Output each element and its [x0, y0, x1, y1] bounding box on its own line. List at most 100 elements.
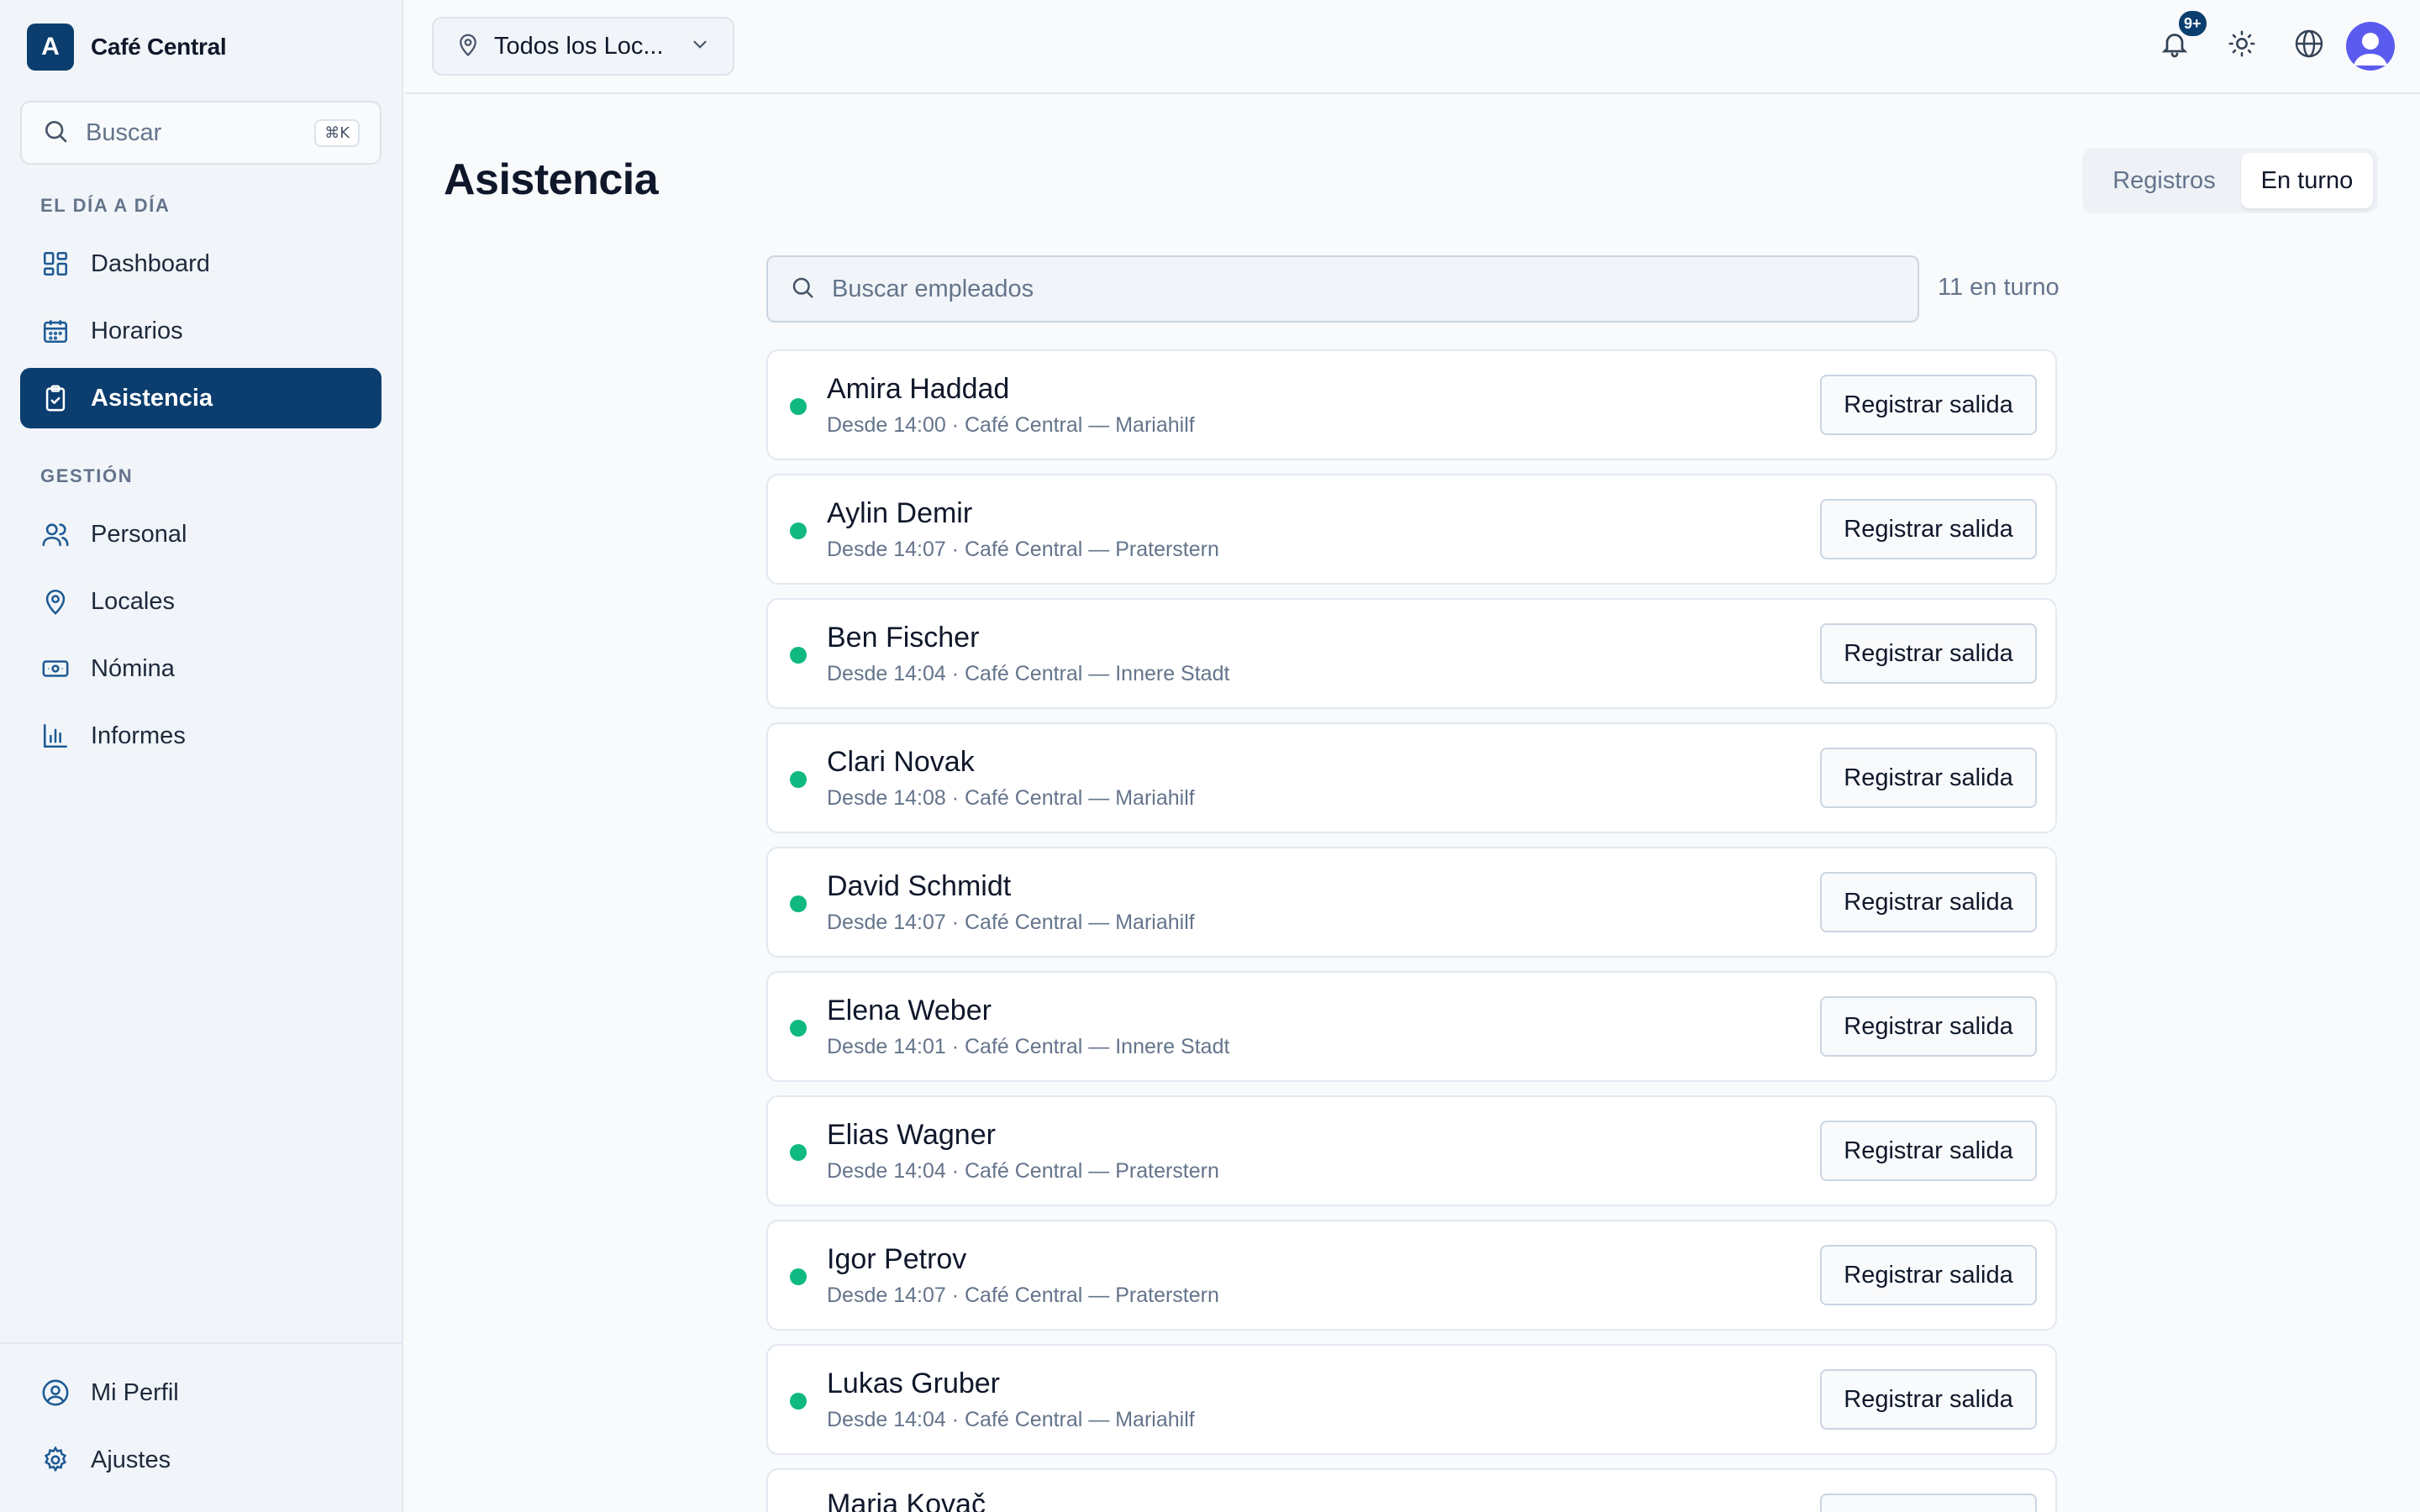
tab-en-turno[interactable]: En turno: [2240, 153, 2373, 208]
employee-name: David Schmidt: [827, 870, 1012, 902]
employee-details: Desde 14:01 · Café Central — Innere Stad…: [827, 1035, 1230, 1058]
banknote-icon: [40, 654, 71, 684]
employee-details: Desde 14:07 · Café Central — Mariahilf: [827, 911, 1195, 934]
employee-name: Maria Kovač: [827, 1488, 986, 1512]
clock-out-button[interactable]: Registrar salida: [1820, 1494, 2037, 1512]
sidebar-item-label: Nómina: [91, 654, 175, 682]
avatar-icon: [2354, 33, 2387, 66]
user-avatar-button[interactable]: [2346, 22, 2395, 71]
employee-name: Elias Wagner: [827, 1119, 996, 1151]
employee-card: Maria Kovač Registrar salida: [766, 1468, 2057, 1512]
employee-details: Desde 14:08 · Café Central — Mariahilf: [827, 786, 1195, 810]
globe-icon: [2294, 29, 2324, 63]
notifications-button[interactable]: 9+: [2158, 8, 2209, 62]
employee-name: Clari Novak: [827, 746, 975, 778]
sidebar-item-ajustes[interactable]: Ajustes: [20, 1430, 381, 1490]
employee-name: Elena Weber: [827, 995, 992, 1026]
brand-name: Café Central: [91, 34, 227, 60]
gear-icon: [40, 1445, 71, 1475]
location-select[interactable]: Todos los Loc...: [432, 17, 734, 76]
calendar-icon: [40, 316, 71, 346]
user-circle-icon: [40, 1378, 71, 1408]
section-label-management: GESTIÓN: [40, 465, 134, 486]
topbar: Todos los Loc... 9+: [405, 0, 2420, 94]
clock-out-button[interactable]: Registrar salida: [1820, 872, 2037, 932]
view-tabs: Registros En turno: [2082, 148, 2378, 213]
employee-name: Lukas Gruber: [827, 1368, 1000, 1399]
sidebar-item-dashboard[interactable]: Dashboard: [20, 234, 381, 294]
chevron-down-icon: [689, 34, 711, 60]
employee-name: Ben Fischer: [827, 622, 980, 654]
employee-details: Desde 14:04 · Café Central — Mariahilf: [827, 1408, 1195, 1431]
clock-out-button[interactable]: Registrar salida: [1820, 1245, 2037, 1305]
sidebar-item-label: Mi Perfil: [91, 1378, 179, 1406]
sidebar-item-personal[interactable]: Personal: [20, 504, 381, 564]
employee-card: Lukas Gruber Desde 14:04 · Café Central …: [766, 1344, 2057, 1455]
sidebar-item-horarios[interactable]: Horarios: [20, 301, 381, 361]
status-dot: [790, 895, 807, 912]
clock-out-button[interactable]: Registrar salida: [1820, 499, 2037, 559]
sidebar-item-label: Personal: [91, 520, 187, 548]
status-dot: [790, 522, 807, 539]
sidebar-search-input[interactable]: Buscar ⌘K: [20, 101, 381, 165]
clock-out-button[interactable]: Registrar salida: [1820, 1121, 2037, 1181]
search-icon: [42, 118, 69, 149]
employee-details: Desde 14:04 · Café Central — Praterstern: [827, 1159, 1219, 1183]
status-dot: [790, 1268, 807, 1285]
employee-details: Desde 14:00 · Café Central — Mariahilf: [827, 413, 1195, 437]
employee-card: David Schmidt Desde 14:07 · Café Central…: [766, 847, 2057, 958]
employee-name: Aylin Demir: [827, 497, 973, 529]
status-dot: [790, 1020, 807, 1037]
users-icon: [40, 519, 71, 549]
employee-card: Igor Petrov Desde 14:07 · Café Central —…: [766, 1220, 2057, 1331]
on-shift-count: 11 en turno: [1938, 274, 2060, 301]
sidebar-search-placeholder: Buscar: [86, 118, 162, 146]
sidebar: A Café Central Buscar ⌘K EL DÍA A DÍA Da…: [0, 0, 403, 1512]
sidebar-item-label: Locales: [91, 587, 175, 615]
sidebar-item-label: Ajustes: [91, 1446, 171, 1473]
sidebar-item-informes[interactable]: Informes: [20, 706, 381, 766]
sidebar-item-mi-perfil[interactable]: Mi Perfil: [20, 1362, 381, 1423]
clipboard-check-icon: [40, 383, 71, 413]
notifications-badge: 9+: [2176, 8, 2209, 39]
employee-card: Ben Fischer Desde 14:04 · Café Central —…: [766, 598, 2057, 709]
sidebar-item-locales[interactable]: Locales: [20, 571, 381, 632]
page-title: Asistencia: [444, 155, 659, 204]
theme-toggle-button[interactable]: [2225, 29, 2259, 62]
sidebar-footer: Mi Perfil Ajustes: [0, 1342, 403, 1512]
status-dot: [790, 647, 807, 664]
brand[interactable]: A Café Central: [27, 24, 227, 71]
map-pin-icon: [455, 32, 481, 61]
employee-name: Igor Petrov: [827, 1243, 967, 1275]
employee-name: Amira Haddad: [827, 373, 1010, 405]
employee-search-placeholder: Buscar empleados: [832, 275, 1034, 302]
clock-out-button[interactable]: Registrar salida: [1820, 748, 2037, 808]
clock-out-button[interactable]: Registrar salida: [1820, 623, 2037, 684]
sidebar-item-nomina[interactable]: Nómina: [20, 638, 381, 699]
tab-registros[interactable]: Registros: [2087, 153, 2241, 208]
sidebar-item-label: Informes: [91, 722, 186, 749]
employee-card: Clari Novak Desde 14:08 · Café Central —…: [766, 722, 2057, 833]
section-label-daily: EL DÍA A DÍA: [40, 195, 171, 216]
sun-icon: [2228, 29, 2256, 62]
map-pin-icon: [40, 586, 71, 617]
sidebar-item-asistencia[interactable]: Asistencia: [20, 368, 381, 428]
employee-search-input[interactable]: Buscar empleados: [766, 255, 1919, 323]
employee-card: Aylin Demir Desde 14:07 · Café Central —…: [766, 474, 2057, 585]
employee-card: Amira Haddad Desde 14:00 · Café Central …: [766, 349, 2057, 460]
employee-details: Desde 14:07 · Café Central — Praterstern: [827, 1284, 1219, 1307]
location-select-value: Todos los Loc...: [494, 32, 664, 60]
employee-details: Desde 14:04 · Café Central — Innere Stad…: [827, 662, 1230, 685]
clock-out-button[interactable]: Registrar salida: [1820, 375, 2037, 435]
brand-logo: A: [27, 24, 74, 71]
sidebar-item-label: Asistencia: [91, 384, 213, 412]
status-dot: [790, 1393, 807, 1410]
clock-out-button[interactable]: Registrar salida: [1820, 996, 2037, 1057]
employee-card: Elena Weber Desde 14:01 · Café Central —…: [766, 971, 2057, 1082]
bar-chart-icon: [40, 721, 71, 751]
status-dot: [790, 398, 807, 415]
employee-card: Elias Wagner Desde 14:04 · Café Central …: [766, 1095, 2057, 1206]
language-button[interactable]: [2292, 29, 2326, 62]
sidebar-item-label: Dashboard: [91, 249, 210, 277]
clock-out-button[interactable]: Registrar salida: [1820, 1369, 2037, 1430]
